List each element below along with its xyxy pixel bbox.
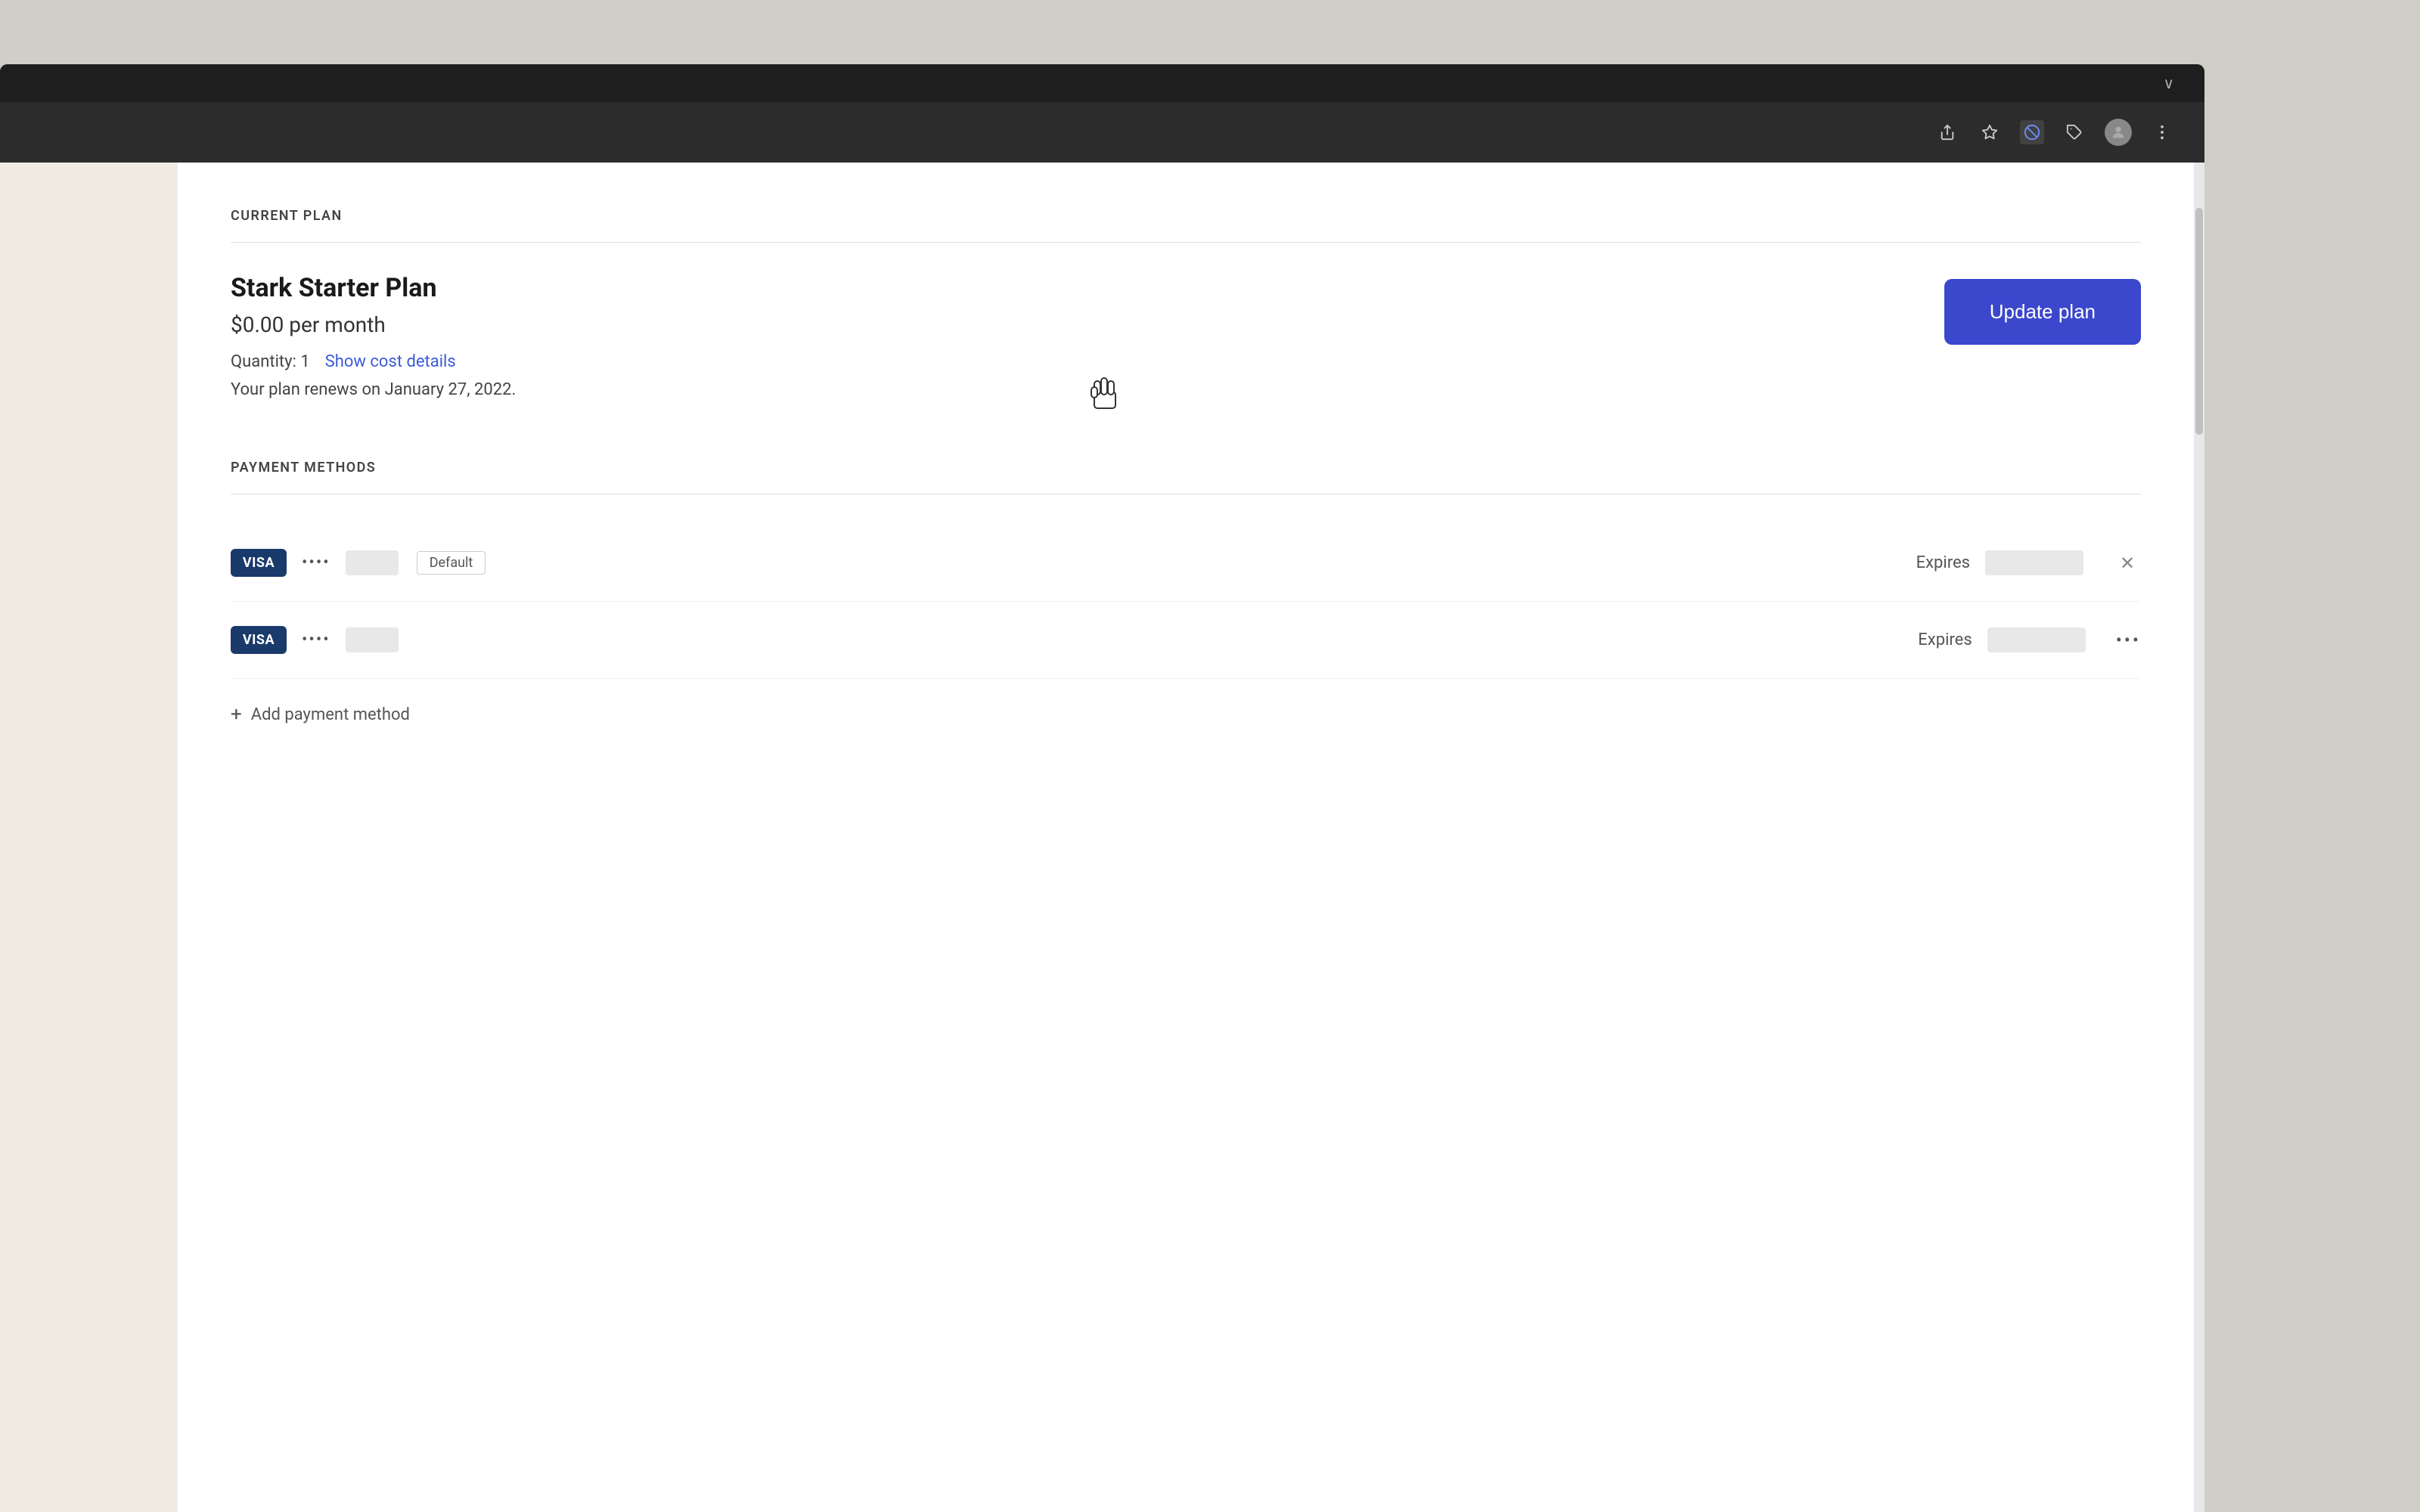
card-2-more-button[interactable]: ••• <box>2116 630 2141 651</box>
add-payment-text: Add payment method <box>251 705 410 724</box>
card-dots-2: •••• <box>302 631 330 649</box>
payment-card-row-2: VISA •••• Expires ••• <box>231 602 2141 679</box>
default-badge: Default <box>417 551 486 575</box>
expires-date-1 <box>1985 550 2083 575</box>
update-plan-button[interactable]: Update plan <box>1944 279 2141 345</box>
card-last-four-1 <box>346 550 399 575</box>
add-payment-row[interactable]: + Add payment method <box>231 679 2141 750</box>
browser-content: CURRENT PLAN Stark Starter Plan $0.00 pe… <box>0 163 2204 1512</box>
left-sidebar <box>0 163 178 1512</box>
payment-methods-section: PAYMENT METHODS VISA •••• Default Expire… <box>231 460 2141 750</box>
plan-price: $0.00 per month <box>231 312 516 337</box>
more-options-icon[interactable] <box>2150 120 2174 144</box>
show-cost-details-link[interactable]: Show cost details <box>325 352 456 371</box>
plan-divider <box>231 242 2141 243</box>
main-content: CURRENT PLAN Stark Starter Plan $0.00 pe… <box>178 163 2194 1512</box>
chevron-down-icon[interactable]: ∨ <box>2163 74 2174 92</box>
expires-label-1: Expires <box>1916 553 1970 572</box>
browser-window: ∨ <box>0 64 2204 1512</box>
expires-label-2: Expires <box>1918 631 1972 649</box>
browser-top-bar: ∨ <box>0 64 2204 102</box>
plan-name: Stark Starter Plan <box>231 273 516 303</box>
card-dots-1: •••• <box>302 553 330 572</box>
visa-badge-1: VISA <box>231 549 287 577</box>
plan-info: Stark Starter Plan $0.00 per month Quant… <box>231 273 516 399</box>
current-plan-section: CURRENT PLAN Stark Starter Plan $0.00 pe… <box>231 208 2141 399</box>
current-plan-label: CURRENT PLAN <box>231 208 2141 224</box>
plan-renew-text: Your plan renews on January 27, 2022. <box>231 380 516 399</box>
card-last-four-2 <box>346 627 399 652</box>
active-extension-icon[interactable] <box>2020 120 2044 144</box>
plan-quantity: Quantity: 1 <box>231 352 310 371</box>
bookmark-icon[interactable] <box>1978 120 2002 144</box>
visa-badge-2: VISA <box>231 626 287 654</box>
remove-card-1-button[interactable]: ✕ <box>2114 550 2141 577</box>
payment-card-row-1: VISA •••• Default Expires ✕ <box>231 525 2141 602</box>
user-avatar[interactable] <box>2105 119 2132 146</box>
payment-methods-label: PAYMENT METHODS <box>231 460 2141 476</box>
plan-quantity-row: Quantity: 1 Show cost details <box>231 352 516 371</box>
browser-toolbar <box>0 102 2204 163</box>
expires-date-2 <box>1987 627 2086 652</box>
add-payment-icon: + <box>231 703 242 726</box>
share-icon[interactable] <box>1935 120 1959 144</box>
scrollbar[interactable] <box>2194 163 2204 1512</box>
plan-row: Stark Starter Plan $0.00 per month Quant… <box>231 273 2141 399</box>
scrollbar-thumb[interactable] <box>2195 208 2203 435</box>
puzzle-icon[interactable] <box>2062 120 2086 144</box>
